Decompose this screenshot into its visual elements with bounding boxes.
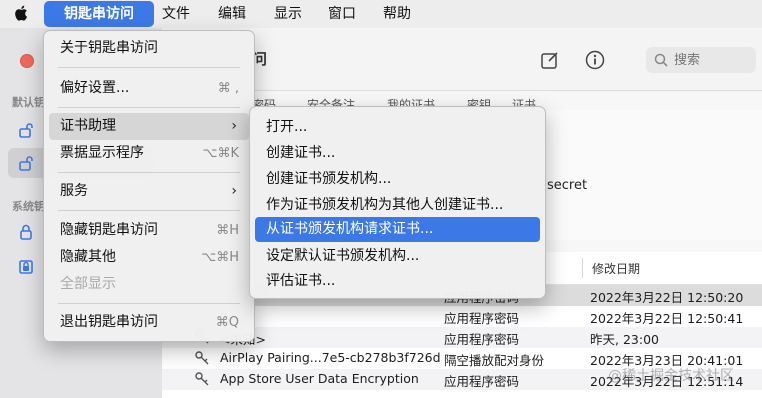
submenu-item-create-ca[interactable]: 创建证书颁发机构... bbox=[255, 166, 540, 193]
unlock-icon[interactable] bbox=[18, 122, 34, 138]
key-icon bbox=[195, 372, 209, 386]
menu-item-show-all: 全部显示 bbox=[49, 271, 249, 298]
submenu-item-create-cert-for-others[interactable]: 作为证书颁发机构为其他人创建证书... bbox=[255, 192, 540, 219]
menu-help[interactable]: 帮助 bbox=[383, 0, 411, 28]
search-field[interactable] bbox=[646, 47, 756, 73]
row-date: 2022年3月22日 12:50:41 bbox=[590, 311, 744, 326]
menu-item-label: 票据显示程序 bbox=[60, 145, 144, 161]
compose-icon[interactable] bbox=[540, 50, 560, 70]
menu-bar: 钥匙串访问 文件 编辑 显示 窗口 帮助 bbox=[0, 0, 762, 29]
row-name: AirPlay Pairing...7e5-cb278b3f726d bbox=[220, 350, 441, 365]
menu-item-quit[interactable]: 退出钥匙串访问 ⌘Q bbox=[49, 309, 249, 336]
submenu-item-set-default-ca[interactable]: 设定默认证书颁发机构... bbox=[255, 243, 540, 270]
detail-secret-text: secret bbox=[547, 178, 588, 193]
certificate-assistant-submenu: 打开... 创建证书... 创建证书颁发机构... 作为证书颁发机构为其他人创建… bbox=[249, 106, 546, 299]
menu-item-label: 证书助理 bbox=[60, 118, 116, 134]
shortcut-label: ⌥⌘H bbox=[201, 250, 239, 265]
unlock-icon bbox=[19, 156, 33, 171]
app-menu: 关于钥匙串访问 偏好设置... ⌘ , 证书助理 › 票据显示程序 ⌥⌘K 服务… bbox=[43, 30, 255, 342]
chevron-right-icon: › bbox=[231, 118, 237, 134]
submenu-item-open[interactable]: 打开... bbox=[255, 114, 540, 141]
submenu-item-evaluate[interactable]: 评估证书... bbox=[255, 268, 540, 295]
menu-item-hide[interactable]: 隐藏钥匙串访问 ⌘H bbox=[49, 217, 249, 244]
menu-item-label: 隐藏其他 bbox=[60, 249, 116, 265]
menu-item-label: 隐藏钥匙串访问 bbox=[60, 222, 158, 238]
menu-item-services[interactable]: 服务 › bbox=[49, 178, 249, 205]
search-icon bbox=[654, 53, 668, 67]
menu-app[interactable]: 钥匙串访问 bbox=[44, 1, 154, 27]
shortcut-label: ⌘H bbox=[216, 223, 239, 238]
menu-item-label: 关于钥匙串访问 bbox=[60, 40, 158, 56]
column-header-date[interactable]: 修改日期 bbox=[592, 260, 640, 277]
close-window-button[interactable] bbox=[20, 54, 34, 68]
menu-separator bbox=[58, 107, 240, 108]
menu-window[interactable]: 窗口 bbox=[328, 0, 356, 28]
menu-view[interactable]: 显示 bbox=[274, 0, 302, 28]
row-date: 昨天, 23:00 bbox=[590, 332, 659, 347]
menu-separator bbox=[58, 303, 240, 304]
shortcut-label: ⌘ , bbox=[217, 81, 239, 96]
menu-item-label: 偏好设置... bbox=[60, 80, 130, 96]
watermark: @稀土掘金技术社区 bbox=[608, 368, 734, 384]
menu-item-ticket-viewer[interactable]: 票据显示程序 ⌥⌘K bbox=[49, 140, 249, 167]
menu-edit[interactable]: 编辑 bbox=[218, 0, 246, 28]
chevron-right-icon: › bbox=[231, 183, 237, 199]
shortcut-label: ⌘Q bbox=[215, 315, 239, 330]
shortcut-label: ⌥⌘K bbox=[202, 146, 239, 161]
sidebar-heading-system: 系统钥 bbox=[12, 200, 45, 213]
menu-separator bbox=[58, 67, 240, 68]
menu-item-label: 退出钥匙串访问 bbox=[60, 314, 158, 330]
menu-separator bbox=[58, 210, 240, 211]
submenu-item-request-from-ca[interactable]: 从证书颁发机构请求证书... bbox=[255, 217, 540, 242]
row-kind: 应用程序密码 bbox=[444, 311, 520, 326]
apple-icon[interactable] bbox=[14, 4, 30, 22]
menu-item-hide-others[interactable]: 隐藏其他 ⌥⌘H bbox=[49, 244, 249, 271]
row-kind: 隔空播放配对身份 bbox=[444, 353, 545, 368]
menu-item-label: 全部显示 bbox=[60, 276, 116, 292]
menu-separator bbox=[58, 172, 240, 173]
lock-icon[interactable] bbox=[18, 224, 34, 240]
system-roots-icon[interactable] bbox=[18, 258, 34, 274]
menu-item-preferences[interactable]: 偏好设置... ⌘ , bbox=[49, 75, 249, 102]
menu-item-about[interactable]: 关于钥匙串访问 bbox=[49, 35, 249, 62]
menu-item-label: 服务 bbox=[60, 183, 88, 199]
submenu-item-create-certificate[interactable]: 创建证书... bbox=[255, 140, 540, 167]
row-kind: 应用程序密码 bbox=[444, 332, 520, 347]
info-icon[interactable] bbox=[585, 50, 605, 70]
search-input[interactable] bbox=[674, 50, 752, 70]
row-name: App Store User Data Encryption bbox=[220, 371, 419, 386]
sidebar-heading-default: 默认钥 bbox=[12, 96, 45, 109]
menu-item-certificate-assistant[interactable]: 证书助理 › bbox=[49, 113, 249, 140]
row-kind: 应用程序密码 bbox=[444, 374, 520, 389]
menu-file[interactable]: 文件 bbox=[162, 0, 190, 28]
column-divider[interactable] bbox=[582, 258, 583, 278]
row-date: 2022年3月22日 12:50:20 bbox=[590, 290, 744, 305]
key-icon bbox=[195, 351, 209, 365]
